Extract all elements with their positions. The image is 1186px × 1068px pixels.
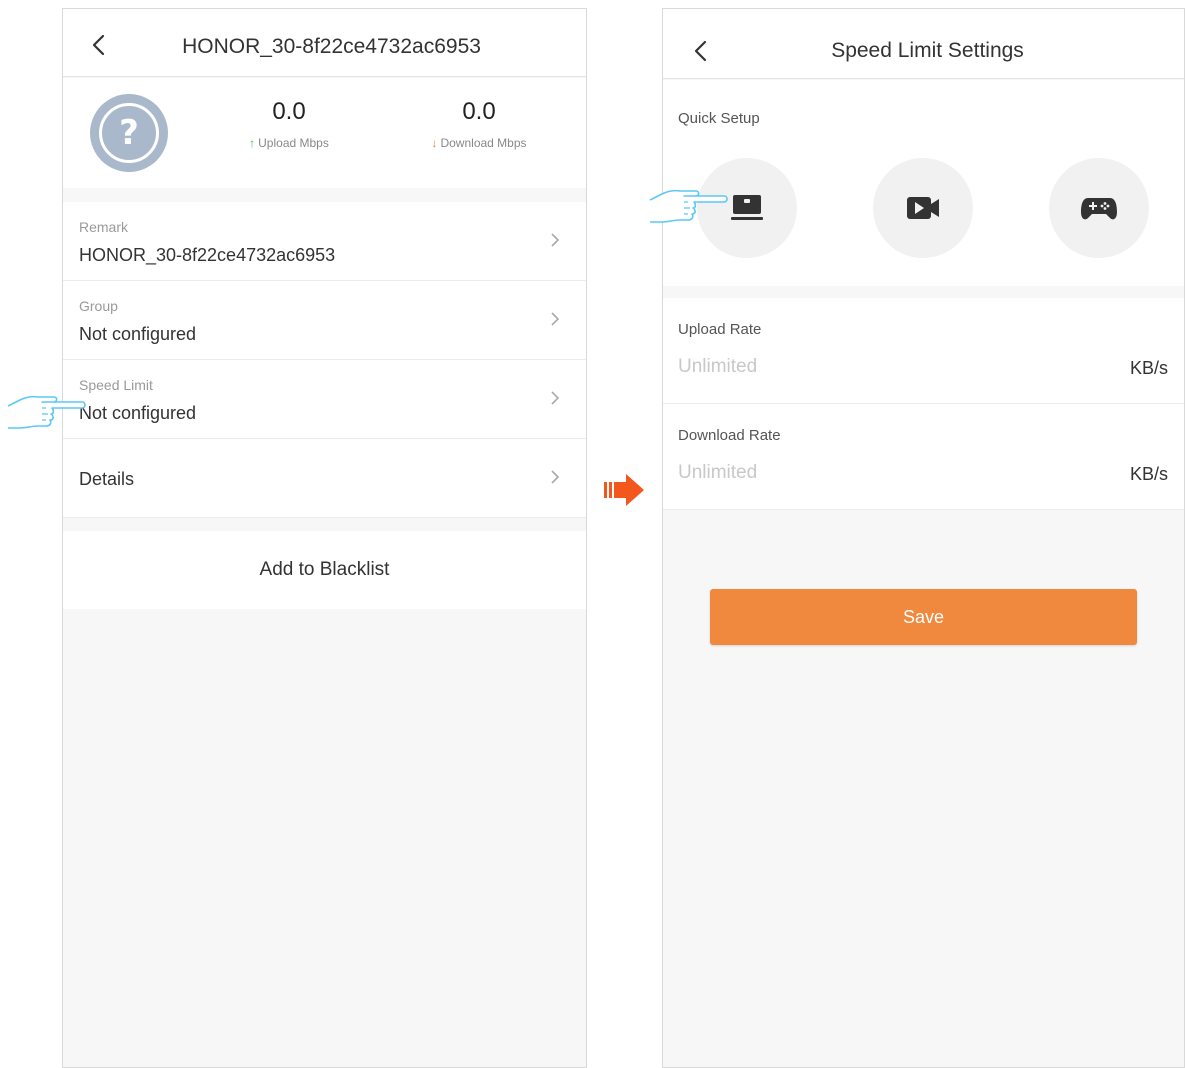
settings-list: Remark HONOR_30-8f22ce4732ac6953 Group N…: [63, 202, 586, 518]
header: HONOR_30-8f22ce4732ac6953: [63, 9, 586, 77]
header: Speed Limit Settings: [663, 9, 1184, 79]
question-mark-icon: ?: [99, 103, 159, 163]
quick-setup-label: Quick Setup: [678, 110, 760, 127]
speed-limit-settings-screen: Speed Limit Settings Quick Setup Upload …: [662, 8, 1185, 1068]
group-row[interactable]: Group Not configured: [63, 281, 586, 360]
upload-arrow-icon: ↑: [249, 136, 256, 150]
upload-rate-unit: KB/s: [1129, 358, 1168, 378]
upload-value: 0.0: [272, 98, 306, 125]
chevron-right-icon: [551, 233, 560, 247]
download-rate-row: Download Rate KB/s: [663, 404, 1184, 510]
page-title: HONOR_30-8f22ce4732ac6953: [182, 35, 481, 58]
upload-stat: 0.0 ↑ Upload Mbps: [209, 98, 369, 150]
traffic-stats-panel: ? 0.0 ↑ Upload Mbps 0.0 ↓ Download Mbps: [63, 78, 586, 188]
download-rate-label: Download Rate: [678, 427, 781, 444]
page-title: Speed Limit Settings: [831, 39, 1024, 62]
video-camera-icon: [907, 197, 939, 219]
speed-limit-row[interactable]: Speed Limit Not configured: [63, 360, 586, 439]
save-button[interactable]: Save: [710, 589, 1137, 645]
remark-label: Remark: [79, 219, 129, 235]
chevron-right-icon: [551, 470, 560, 484]
laptop-icon: [731, 195, 763, 220]
group-label: Group: [79, 298, 118, 314]
download-value: 0.0: [462, 98, 496, 125]
speed-limit-value: Not configured: [79, 403, 197, 423]
details-row[interactable]: Details: [63, 439, 586, 518]
remark-value: HONOR_30-8f22ce4732ac6953: [79, 245, 336, 265]
download-arrow-icon: ↓: [431, 136, 438, 150]
remark-row[interactable]: Remark HONOR_30-8f22ce4732ac6953: [63, 202, 586, 281]
flow-arrow-icon: [604, 474, 644, 506]
group-value: Not configured: [79, 324, 197, 344]
upload-rate-label: Upload Rate: [678, 321, 762, 338]
upload-rate-row: Upload Rate KB/s: [663, 298, 1184, 404]
download-stat: 0.0 ↓ Download Mbps: [399, 98, 559, 150]
chevron-right-icon: [551, 312, 560, 326]
speed-limit-label: Speed Limit: [79, 377, 153, 393]
rate-settings: Upload Rate KB/s Download Rate KB/s: [663, 298, 1184, 510]
add-to-blacklist-button[interactable]: Add to Blacklist: [63, 531, 586, 609]
gamepad-icon: [1081, 198, 1117, 220]
add-to-blacklist-label: Add to Blacklist: [259, 559, 390, 580]
device-details-screen: HONOR_30-8f22ce4732ac6953 ? 0.0 ↑ Upload …: [62, 8, 587, 1068]
upload-label: Upload Mbps: [258, 136, 329, 150]
pointing-hand-icon: [649, 189, 728, 223]
quick-setup-panel: Quick Setup: [663, 80, 1184, 286]
download-label: Download Mbps: [440, 136, 527, 150]
quick-setup-game-button[interactable]: [1049, 158, 1149, 258]
download-rate-input[interactable]: [678, 462, 1078, 484]
chevron-right-icon: [551, 391, 560, 405]
download-rate-unit: KB/s: [1129, 464, 1168, 484]
pointing-hand-icon: [7, 395, 86, 429]
quick-setup-video-button[interactable]: [873, 158, 973, 258]
upload-rate-input[interactable]: [678, 356, 1078, 378]
device-avatar: ?: [90, 94, 168, 172]
details-label: Details: [79, 469, 135, 489]
